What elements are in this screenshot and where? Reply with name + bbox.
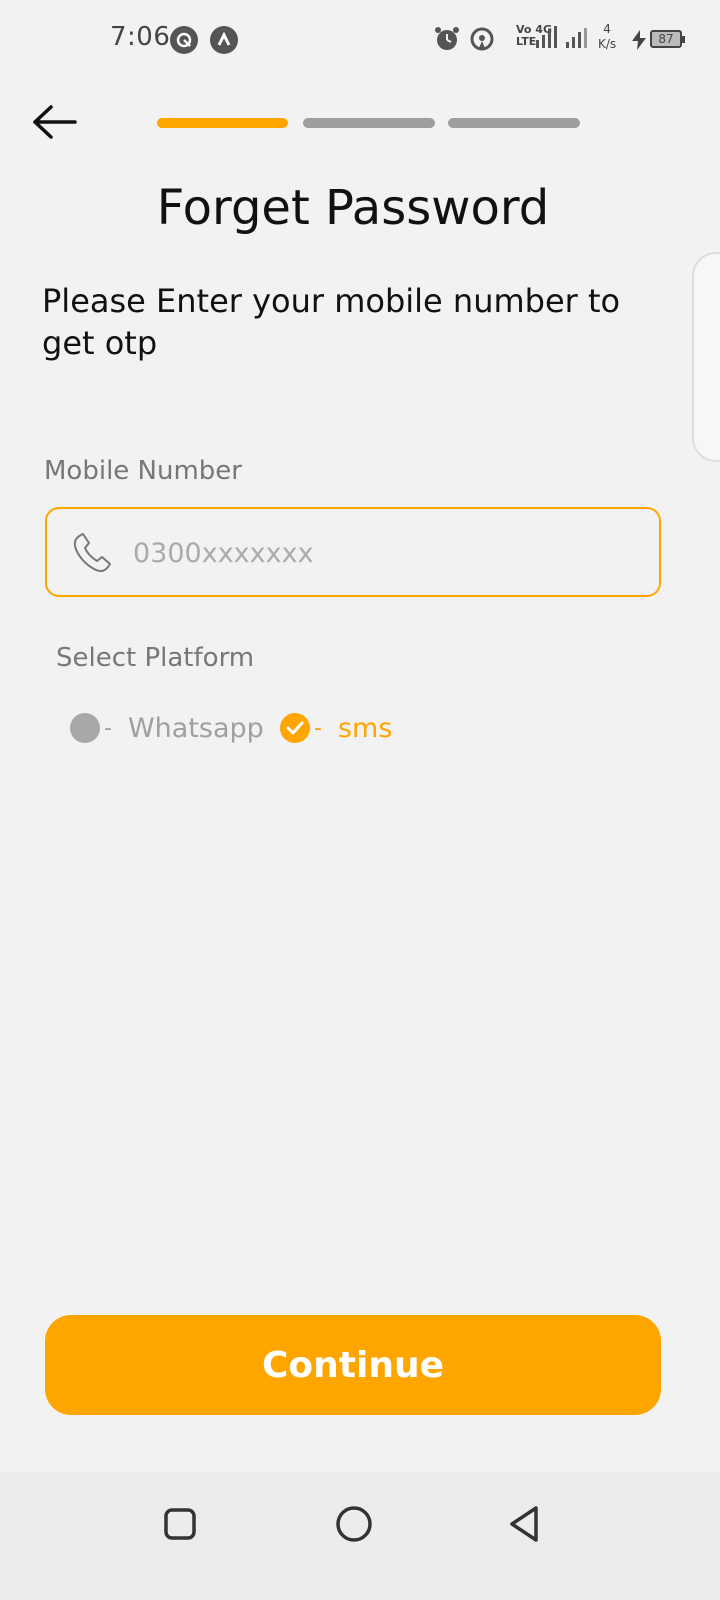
check-circle-icon — [280, 713, 310, 743]
phone-icon — [73, 533, 111, 573]
radio-unchecked-icon — [70, 713, 100, 743]
status-bar: 7:06 Vo 4G LTE 4 K/s 87 — [0, 0, 720, 80]
mobile-number-label: Mobile Number — [44, 456, 242, 486]
option-separator: - — [104, 715, 112, 741]
continue-button[interactable]: Continue — [45, 1315, 661, 1415]
hotspot-icon — [469, 26, 495, 56]
signal-strength-icon — [536, 24, 590, 54]
network-speed: 4 K/s — [598, 22, 617, 51]
app-notification-icon — [170, 26, 198, 54]
system-back-button[interactable] — [504, 1502, 548, 1546]
battery-indicator: 87 — [650, 30, 685, 48]
platform-option-whatsapp[interactable]: - Whatsapp — [70, 708, 264, 748]
page-title: Forget Password — [156, 180, 550, 236]
mobile-number-field[interactable] — [45, 507, 661, 597]
system-nav-bar — [0, 1472, 720, 1600]
option-label-whatsapp: Whatsapp — [127, 712, 264, 744]
status-time: 7:06 — [110, 22, 171, 52]
square-icon — [164, 1508, 196, 1540]
option-separator: - — [314, 715, 322, 741]
back-button[interactable] — [28, 100, 80, 144]
instructions-text: Please Enter your mobile number to get o… — [42, 282, 621, 362]
caret-notification-icon — [210, 26, 238, 54]
arrow-left-icon — [33, 105, 77, 139]
circle-icon — [336, 1506, 372, 1542]
triangle-back-icon — [510, 1506, 538, 1542]
recent-apps-button[interactable] — [158, 1502, 202, 1546]
home-button[interactable] — [332, 1502, 376, 1546]
edge-panel-handle[interactable] — [692, 252, 720, 462]
platform-option-sms[interactable]: - sms — [280, 708, 392, 748]
select-platform-label: Select Platform — [56, 643, 255, 673]
charging-icon — [632, 30, 646, 54]
progress-step-1 — [157, 118, 288, 128]
progress-step-2 — [303, 118, 435, 128]
alarm-icon — [434, 26, 460, 56]
mobile-number-input[interactable] — [133, 531, 633, 575]
progress-step-3 — [448, 118, 580, 128]
option-label-sms: sms — [337, 712, 393, 744]
